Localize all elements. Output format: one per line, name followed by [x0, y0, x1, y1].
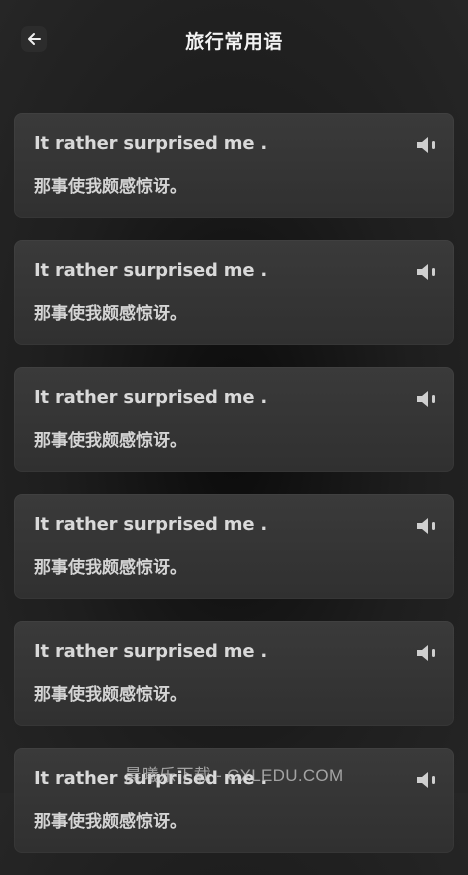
speaker-icon[interactable]: [415, 770, 439, 790]
speaker-icon[interactable]: [415, 643, 439, 663]
phrase-english: It rather surprised me .: [34, 514, 268, 535]
phrase-card[interactable]: It rather surprised me . 那事使我颇感惊讶。: [14, 367, 454, 472]
phrase-card[interactable]: It rather surprised me . 那事使我颇感惊讶。: [14, 621, 454, 726]
phrase-english: It rather surprised me .: [34, 387, 268, 408]
speaker-icon[interactable]: [415, 389, 439, 409]
speaker-icon[interactable]: [415, 135, 439, 155]
phrase-chinese: 那事使我颇感惊讶。: [34, 431, 187, 451]
speaker-icon[interactable]: [415, 516, 439, 536]
top-bar: 旅行常用语: [0, 0, 468, 80]
phrase-chinese: 那事使我颇感惊讶。: [34, 304, 187, 324]
phrase-card[interactable]: It rather surprised me . 那事使我颇感惊讶。: [14, 113, 454, 218]
phrase-card[interactable]: It rather surprised me . 那事使我颇感惊讶。: [14, 494, 454, 599]
phrase-english: It rather surprised me .: [34, 260, 268, 281]
phrase-english: It rather surprised me .: [34, 768, 268, 789]
phrase-english: It rather surprised me .: [34, 133, 268, 154]
phrase-chinese: 那事使我颇感惊讶。: [34, 812, 187, 832]
phrase-list: It rather surprised me . 那事使我颇感惊讶。 It ra…: [14, 113, 454, 875]
phrase-card[interactable]: It rather surprised me . 那事使我颇感惊讶。: [14, 748, 454, 853]
phrase-chinese: 那事使我颇感惊讶。: [34, 177, 187, 197]
phrase-chinese: 那事使我颇感惊讶。: [34, 685, 187, 705]
page-title: 旅行常用语: [185, 31, 283, 53]
speaker-icon[interactable]: [415, 262, 439, 282]
phrase-chinese: 那事使我颇感惊讶。: [34, 558, 187, 578]
phrase-card[interactable]: It rather surprised me . 那事使我颇感惊讶。: [14, 240, 454, 345]
phrase-english: It rather surprised me .: [34, 641, 268, 662]
